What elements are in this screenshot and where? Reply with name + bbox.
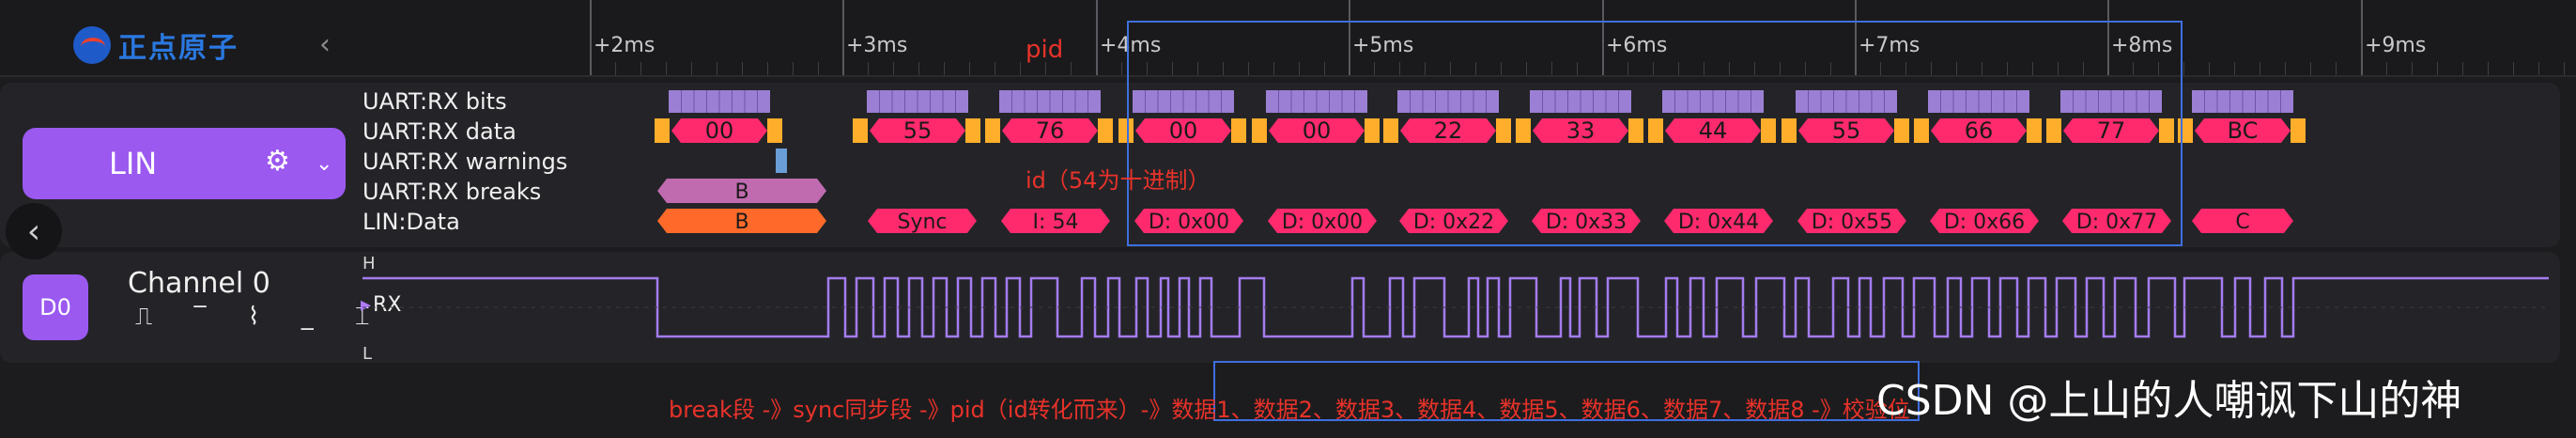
- rx-signal-trace: [362, 276, 2549, 338]
- rx-warnings-track: [776, 149, 787, 173]
- lin-data-frame-label: B: [734, 211, 748, 234]
- rx-break-label: B: [734, 180, 748, 204]
- id-annotation: id（54为十进制）: [1026, 167, 1211, 194]
- start-bit[interactable]: [853, 118, 868, 143]
- data-highlight-box: [1127, 21, 2183, 246]
- lin-data-frame-label: C: [2235, 211, 2249, 234]
- rx-breaks-track: B: [657, 179, 826, 204]
- rx-warning-marker[interactable]: [776, 149, 787, 173]
- start-bit[interactable]: [655, 118, 670, 143]
- rx-data-byte-label: 76: [1036, 117, 1065, 144]
- frame-structure-annotation: break段 -》sync同步段 -》pid（id转化而来）-》数据1、数据2、…: [669, 397, 1910, 423]
- pid-annotation: pid: [1026, 36, 1064, 64]
- rx-data-byte-label: 55: [903, 117, 933, 144]
- stop-bit[interactable]: [965, 118, 980, 143]
- watermark: CSDN @上山的人嘲讽下山的神: [1876, 377, 2462, 425]
- rx-data-byte-label: BC: [2228, 117, 2259, 144]
- lin-data-frame-label: Sync: [897, 211, 947, 234]
- start-bit[interactable]: [985, 118, 1000, 143]
- rx-data-byte-label: 00: [705, 117, 734, 144]
- stop-bit[interactable]: [767, 118, 782, 143]
- stop-bit[interactable]: [2291, 118, 2306, 143]
- lin-data-frame-label: I: 54: [1033, 211, 1079, 234]
- stop-bit[interactable]: [1098, 118, 1113, 143]
